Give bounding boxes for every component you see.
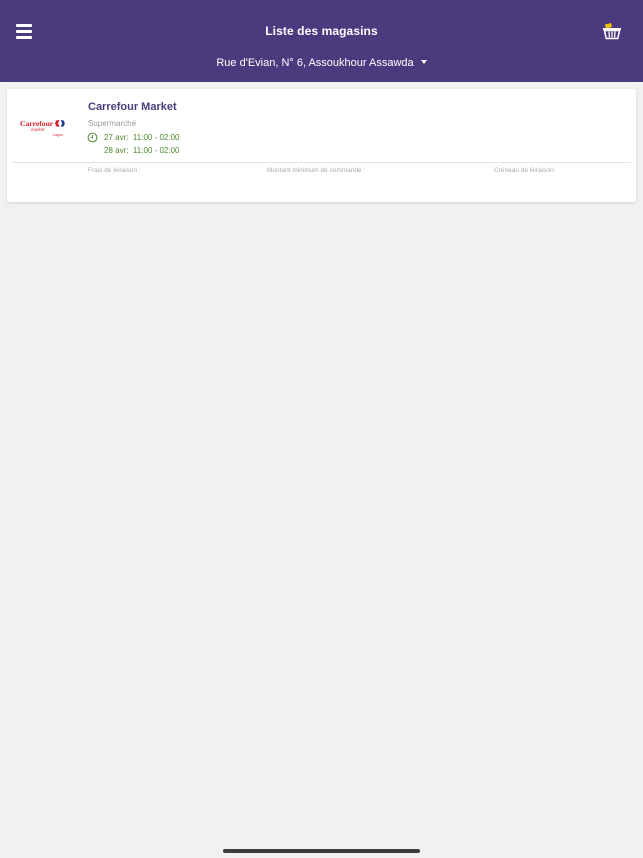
home-indicator[interactable] bbox=[223, 849, 420, 853]
store-type: Supermarché bbox=[88, 119, 137, 128]
address-text: Rue d'Evian, N° 6, Assoukhour Assawda bbox=[216, 57, 414, 69]
slot-date: 28 avr: bbox=[104, 146, 129, 155]
address-selector[interactable]: Rue d'Evian, N° 6, Assoukhour Assawda bbox=[0, 57, 643, 69]
clock-icon bbox=[87, 130, 98, 143]
carrefour-logo-icon: Carrefour market Lagos bbox=[19, 117, 69, 139]
card-divider bbox=[12, 162, 631, 163]
store-name[interactable]: Carrefour Market bbox=[88, 101, 177, 113]
app-header: Liste des magasins Rue d'Evian, N° 6, As… bbox=[0, 0, 643, 82]
delivery-slot: 27 avr: 11:00 - 02:00 bbox=[104, 133, 179, 142]
min-order-label: Montant minimum de commande : bbox=[267, 167, 366, 174]
chevron-down-icon bbox=[420, 60, 427, 64]
logo-market-text: market bbox=[31, 127, 45, 132]
slot-date: 27 avr: bbox=[104, 133, 129, 142]
delivery-slot: 28 avr: 11:00 - 02:00 bbox=[104, 146, 179, 155]
delivery-slot-label: Créneau de livraison: bbox=[494, 167, 556, 174]
slot-time: 11:00 - 02:00 bbox=[132, 146, 180, 155]
delivery-fee-label: Frais de livraison : bbox=[88, 167, 141, 174]
shopping-basket-icon[interactable] bbox=[602, 22, 622, 40]
logo-location-text: Lagos bbox=[53, 133, 63, 137]
slot-time: 11:00 - 02:00 bbox=[132, 133, 180, 142]
store-card[interactable]: Carrefour market Lagos Carrefour Market … bbox=[7, 89, 636, 202]
page-title: Liste des magasins bbox=[265, 24, 378, 38]
